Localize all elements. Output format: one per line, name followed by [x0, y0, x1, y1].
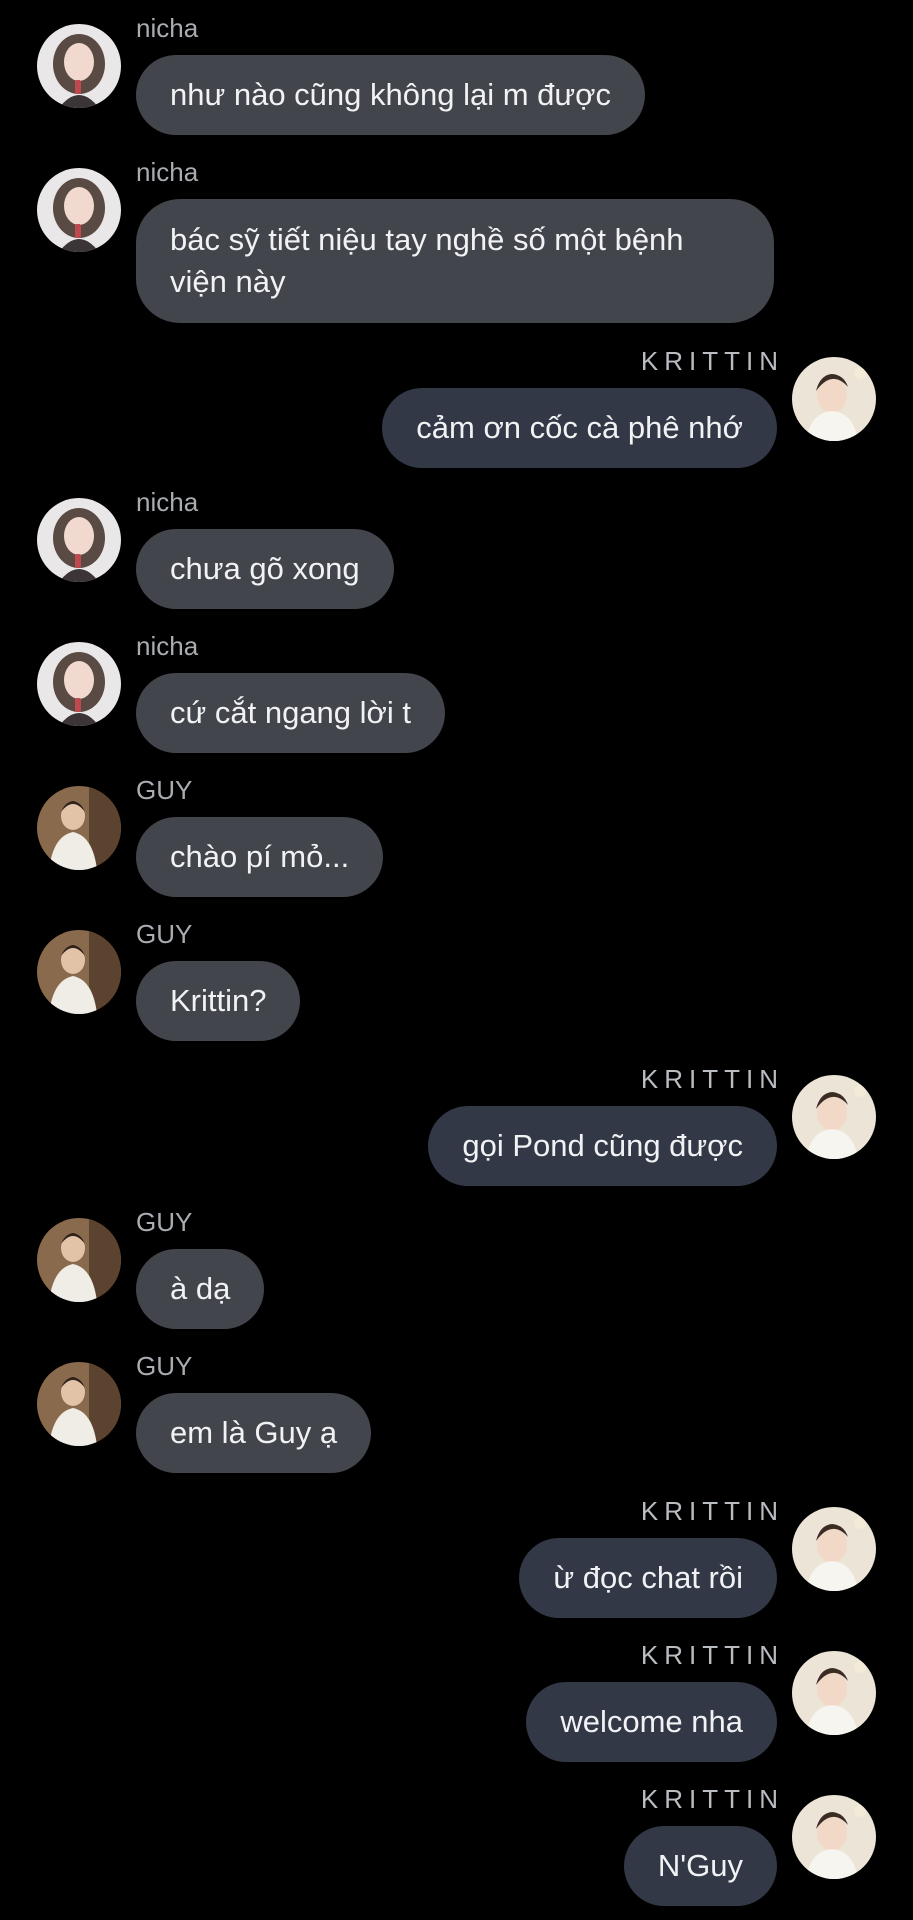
chat-thread[interactable]: nicha như nào cũng không lại m được nicha b…: [0, 0, 913, 1920]
message-bubble[interactable]: như nào cũng không lại m được: [136, 55, 645, 135]
message-bubble[interactable]: em là Guy ạ: [136, 1393, 372, 1473]
sender-name: nicha: [136, 157, 199, 187]
sender-name: nicha: [136, 487, 199, 517]
message-bubble[interactable]: cảm ơn cốc cà phê nhớ: [382, 388, 777, 468]
message-bubble[interactable]: ừ đọc chat rồi: [519, 1538, 777, 1618]
krittin-avatar[interactable]: [792, 1651, 876, 1735]
message-bubble[interactable]: bác sỹ tiết niệu tay nghề số một bệnh vi…: [136, 199, 774, 323]
krittin-avatar[interactable]: [792, 1795, 876, 1879]
sender-name: KRITTIN: [640, 346, 784, 376]
message-bubble[interactable]: chào pí mỏ...: [136, 817, 384, 897]
nicha-avatar[interactable]: [37, 168, 121, 252]
guy-avatar[interactable]: [37, 930, 121, 1014]
krittin-avatar[interactable]: [792, 357, 876, 441]
sender-name: GUY: [136, 1351, 193, 1381]
message-bubble[interactable]: gọi Pond cũng được: [428, 1106, 777, 1186]
sender-name: nicha: [136, 13, 199, 43]
nicha-avatar[interactable]: [37, 24, 121, 108]
message-bubble[interactable]: Krittin?: [136, 961, 301, 1041]
sender-name: KRITTIN: [640, 1640, 784, 1670]
message-bubble[interactable]: cứ cắt ngang lời t: [136, 673, 445, 753]
krittin-avatar[interactable]: [792, 1507, 876, 1591]
guy-avatar[interactable]: [37, 1362, 121, 1446]
nicha-avatar[interactable]: [37, 642, 121, 726]
sender-name: GUY: [136, 775, 193, 805]
sender-name: nicha: [136, 631, 199, 661]
sender-name: GUY: [136, 919, 193, 949]
krittin-avatar[interactable]: [792, 1075, 876, 1159]
sender-name: GUY: [136, 1207, 193, 1237]
guy-avatar[interactable]: [37, 1218, 121, 1302]
message-bubble[interactable]: welcome nha: [526, 1682, 777, 1762]
message-bubble[interactable]: à dạ: [136, 1249, 265, 1329]
sender-name: KRITTIN: [640, 1784, 784, 1814]
message-bubble[interactable]: chưa gõ xong: [136, 529, 394, 609]
guy-avatar[interactable]: [37, 786, 121, 870]
nicha-avatar[interactable]: [37, 498, 121, 582]
sender-name: KRITTIN: [640, 1064, 784, 1094]
message-bubble[interactable]: N'Guy: [623, 1826, 777, 1906]
sender-name: KRITTIN: [640, 1496, 784, 1526]
